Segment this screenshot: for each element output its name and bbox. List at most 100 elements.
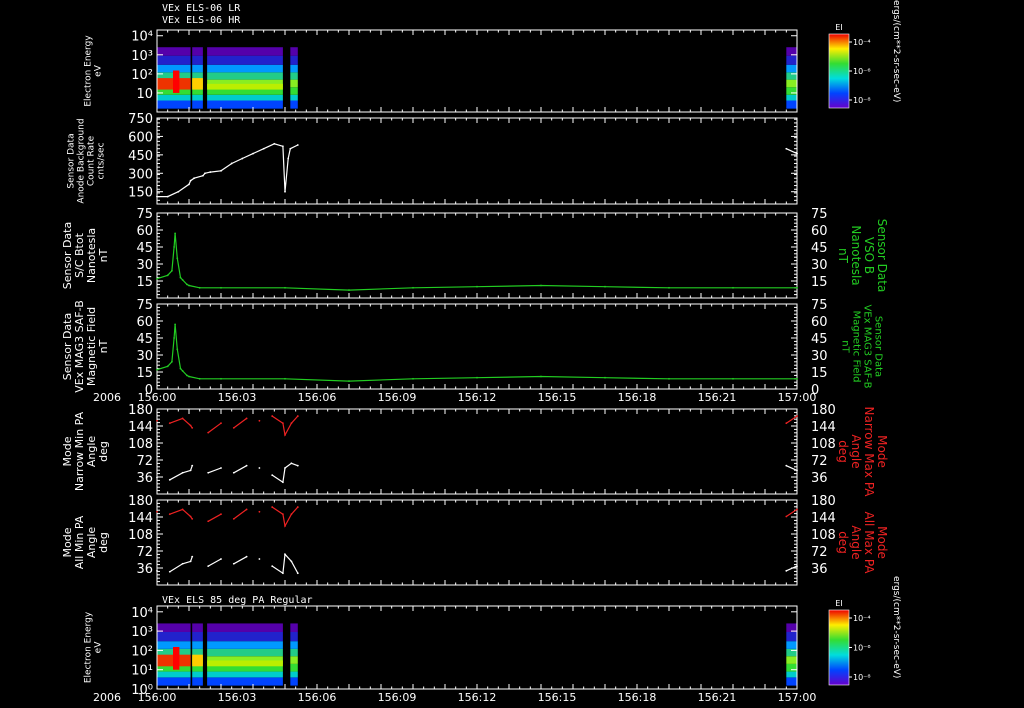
y-tick-label: 10⁴	[131, 30, 153, 45]
spectrogram-band	[207, 631, 283, 642]
data-point	[668, 286, 670, 289]
panel-2-frame	[156, 117, 798, 205]
spectrogram-hot-band	[173, 647, 180, 670]
colorbar-tick-label: 10⁻⁶	[853, 67, 871, 76]
series-red-line	[207, 422, 222, 434]
data-point	[273, 142, 276, 145]
y-tick-label: 45	[136, 241, 153, 256]
data-point	[245, 464, 248, 467]
data-point	[173, 246, 175, 248]
x-tick-label: 156:21	[698, 691, 737, 704]
data-point	[796, 152, 798, 155]
data-point	[796, 508, 798, 511]
data-point	[258, 419, 261, 422]
y-tick-label: 60	[136, 315, 153, 330]
y-axis-label-line: eV	[94, 641, 104, 654]
x-tick-label: 156:03	[218, 691, 257, 704]
panel7-title: VEx ELS 85 deg PA Regular	[162, 595, 313, 606]
y-tick-label-right: 15	[811, 275, 828, 290]
data-point	[179, 276, 182, 279]
data-point	[271, 415, 274, 417]
spectrogram-band	[786, 656, 797, 664]
spectrogram-hot-band	[207, 83, 283, 90]
y-tick-label: 750	[128, 112, 153, 127]
colorbar	[828, 33, 850, 109]
colorbar-units: ergs/(cm**2-sr-sec-eV)	[891, 0, 901, 102]
data-point	[281, 513, 284, 516]
y-tick-label-right: 60	[811, 224, 828, 239]
series-green-line	[156, 324, 797, 382]
series-red-line	[271, 415, 299, 437]
data-point	[258, 558, 261, 560]
y-axis-label-line: Mode	[875, 435, 889, 468]
panel-5-frame	[156, 408, 798, 495]
spectrogram-band	[157, 677, 191, 686]
spectrogram-band	[290, 55, 298, 65]
series-white-line	[207, 467, 222, 474]
data-point	[176, 257, 179, 260]
spectrogram-band	[290, 100, 298, 109]
panel-6-ylabel: Mode All Min PA Angle deg	[61, 515, 110, 569]
panel-2-ylabel: Sensor Data Anode Background Count Rate cnt…	[67, 118, 107, 203]
spectrogram-band	[290, 663, 298, 672]
data-point	[220, 422, 222, 425]
y-axis-label-line: VEx MAG3 SAF-B	[862, 304, 873, 388]
data-point	[171, 269, 173, 272]
data-point	[284, 377, 286, 380]
spectrogram-band	[786, 641, 797, 649]
data-point	[284, 525, 286, 527]
panel-3-ylabel: Sensor Data S/C Btot Nanotesla nT	[61, 222, 110, 289]
x-tick-label: 156:03	[218, 391, 257, 404]
spectrogram-band	[192, 677, 203, 686]
panel-7-ylabel: Electron Energy eV	[84, 611, 104, 683]
data-point	[296, 415, 299, 417]
panel-5-ylabel-right: ModeNarrow Max PAAngledeg	[836, 407, 889, 498]
data-point	[796, 565, 798, 568]
colorbar-tick-label: 10⁻⁴	[853, 38, 871, 47]
data-point	[209, 171, 212, 173]
spectrogram-band	[786, 677, 797, 686]
y-tick-label: 10³	[131, 625, 153, 640]
y-axis-label-line: Sensor Data	[873, 316, 884, 377]
y-tick-label-right: 72	[811, 454, 828, 469]
spectrogram-band	[207, 72, 283, 80]
data-point	[181, 562, 184, 565]
spectrogram-band	[290, 47, 298, 56]
data-point	[785, 569, 788, 572]
data-point	[796, 286, 798, 289]
data-point	[191, 517, 194, 520]
spectrogram-band	[207, 623, 283, 632]
data-point	[284, 286, 286, 289]
data-point	[284, 467, 286, 469]
spectrogram-hot-band	[192, 78, 203, 90]
series-red-line	[271, 506, 299, 528]
y-tick-label: 180	[128, 403, 153, 418]
y-tick-label-right: 75	[811, 207, 828, 222]
y-tick-label: 75	[136, 207, 153, 222]
spectrogram-band	[207, 100, 283, 109]
y-tick-label-right: 108	[811, 528, 836, 543]
data-point	[220, 467, 222, 469]
y-axis-label-line: Sensor Data	[875, 219, 889, 293]
data-point	[785, 464, 788, 467]
y-tick-label: 150	[128, 186, 153, 201]
data-point	[290, 462, 293, 465]
data-point	[258, 467, 261, 469]
data-point	[348, 289, 350, 291]
data-point	[604, 285, 606, 288]
data-point	[271, 506, 274, 508]
spectrogram-band	[290, 94, 298, 101]
y-axis-label-line: Electron Energy	[84, 35, 94, 107]
data-point	[181, 369, 184, 372]
data-point	[174, 232, 177, 235]
colorbar-tick-label: 10⁻⁶	[853, 644, 871, 653]
y-tick-label-right: 30	[811, 258, 828, 273]
y-axis-label-line: nT	[97, 339, 110, 353]
series-white-line	[233, 465, 247, 474]
spectrogram-band	[207, 64, 283, 73]
x-tick-label: 156:06	[298, 691, 337, 704]
spectrogram-band	[207, 648, 283, 657]
y-axis-label-line: Sensor Data	[67, 133, 77, 188]
data-point	[220, 513, 222, 516]
data-point	[176, 348, 179, 351]
